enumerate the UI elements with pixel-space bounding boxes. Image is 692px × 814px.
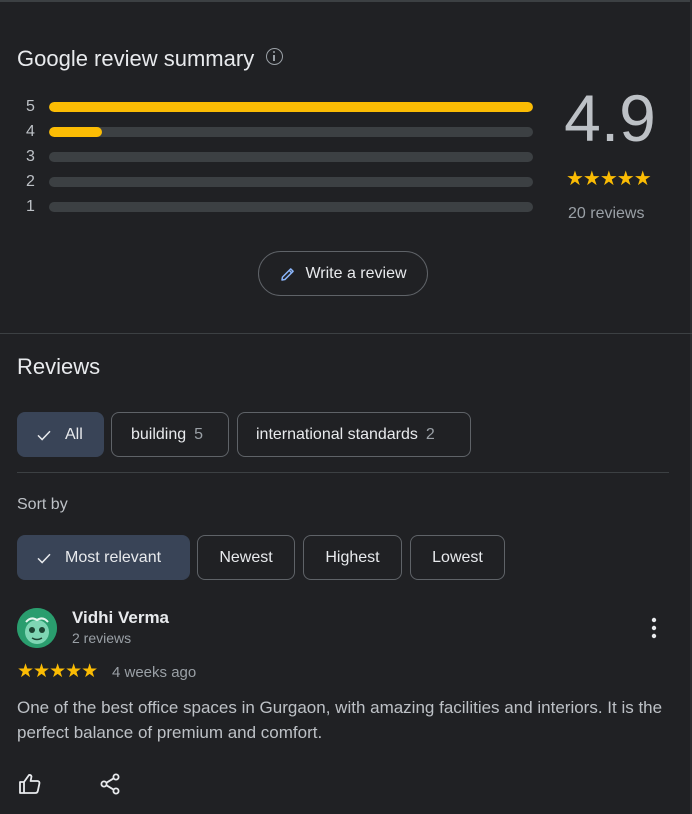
rating-bar-row: 4 <box>26 119 536 144</box>
rating-bar-label: 5 <box>26 97 35 115</box>
info-icon[interactable] <box>266 47 284 65</box>
filter-chip-count: 2 <box>425 425 435 443</box>
sort-label: Sort by <box>17 496 68 513</box>
sort-option-label: Lowest <box>432 548 483 566</box>
rating-bar-fill <box>49 126 103 137</box>
reviewer-avatar[interactable] <box>17 608 57 648</box>
rating-bar-track <box>49 201 533 212</box>
write-review-button[interactable]: Write a review <box>258 251 428 296</box>
check-icon <box>37 553 51 564</box>
filter-chip-label: All <box>65 425 83 443</box>
section-divider <box>0 333 692 334</box>
reviews-heading: Reviews <box>17 354 101 379</box>
sort-option-label: Most relevant <box>65 548 162 566</box>
rating-bar-track <box>49 101 533 112</box>
review-summary-heading: Google review summary <box>17 46 284 72</box>
pencil-icon <box>281 267 295 281</box>
sort-option-label: Highest <box>325 548 380 566</box>
sort-most-relevant[interactable]: Most relevant <box>17 535 190 580</box>
rating-bar-row: 1 <box>26 194 536 219</box>
rating-bar-row: 5 <box>26 94 536 119</box>
rating-bar-row: 2 <box>26 169 536 194</box>
top-border <box>0 0 692 2</box>
rating-bar-label: 2 <box>26 172 35 190</box>
review-text: One of the best office spaces in Gurgaon… <box>17 698 663 742</box>
sort-option-label: Newest <box>219 548 273 566</box>
rating-bar-track <box>49 151 533 162</box>
rating-bar-label: 4 <box>26 122 35 140</box>
write-review-label: Write a review <box>305 264 407 282</box>
avatar-image <box>17 608 57 648</box>
filter-chip-label: building <box>131 425 187 443</box>
rating-distribution: 5 4 3 2 1 <box>26 94 536 219</box>
rating-bar-fill <box>49 101 533 112</box>
filter-chip-label: international standards <box>256 425 418 443</box>
filter-chip-international-standards[interactable]: international standards 2 <box>237 412 471 457</box>
reviewer-name[interactable]: Vidhi Verma <box>72 608 169 628</box>
reviewer-review-count: 2 reviews <box>72 630 132 646</box>
check-icon <box>37 430 51 441</box>
thumb-up-icon[interactable] <box>18 772 42 796</box>
rating-bar-track <box>49 126 533 137</box>
review-summary-title: Google review summary <box>17 46 255 71</box>
average-rating-stars: ★★★★★ <box>566 168 652 190</box>
filter-chip-building[interactable]: building 5 <box>111 412 229 457</box>
filter-divider <box>17 472 669 473</box>
review-stars: ★★★★★ <box>17 661 98 682</box>
filter-chip-all[interactable]: All <box>17 412 104 457</box>
review-time: 4 weeks ago <box>112 664 197 681</box>
sort-newest[interactable]: Newest <box>197 535 295 580</box>
rating-bar-row: 3 <box>26 144 536 169</box>
share-icon[interactable] <box>98 772 122 796</box>
rating-bar-track <box>49 176 533 187</box>
sort-highest[interactable]: Highest <box>303 535 402 580</box>
average-rating: 4.9 <box>564 81 656 155</box>
rating-bar-label: 1 <box>26 197 35 215</box>
sort-lowest[interactable]: Lowest <box>410 535 505 580</box>
rating-bar-label: 3 <box>26 147 35 165</box>
filter-chip-count: 5 <box>194 425 204 443</box>
review-count-link[interactable]: 20 reviews <box>568 205 644 223</box>
more-vert-icon[interactable] <box>644 616 664 640</box>
